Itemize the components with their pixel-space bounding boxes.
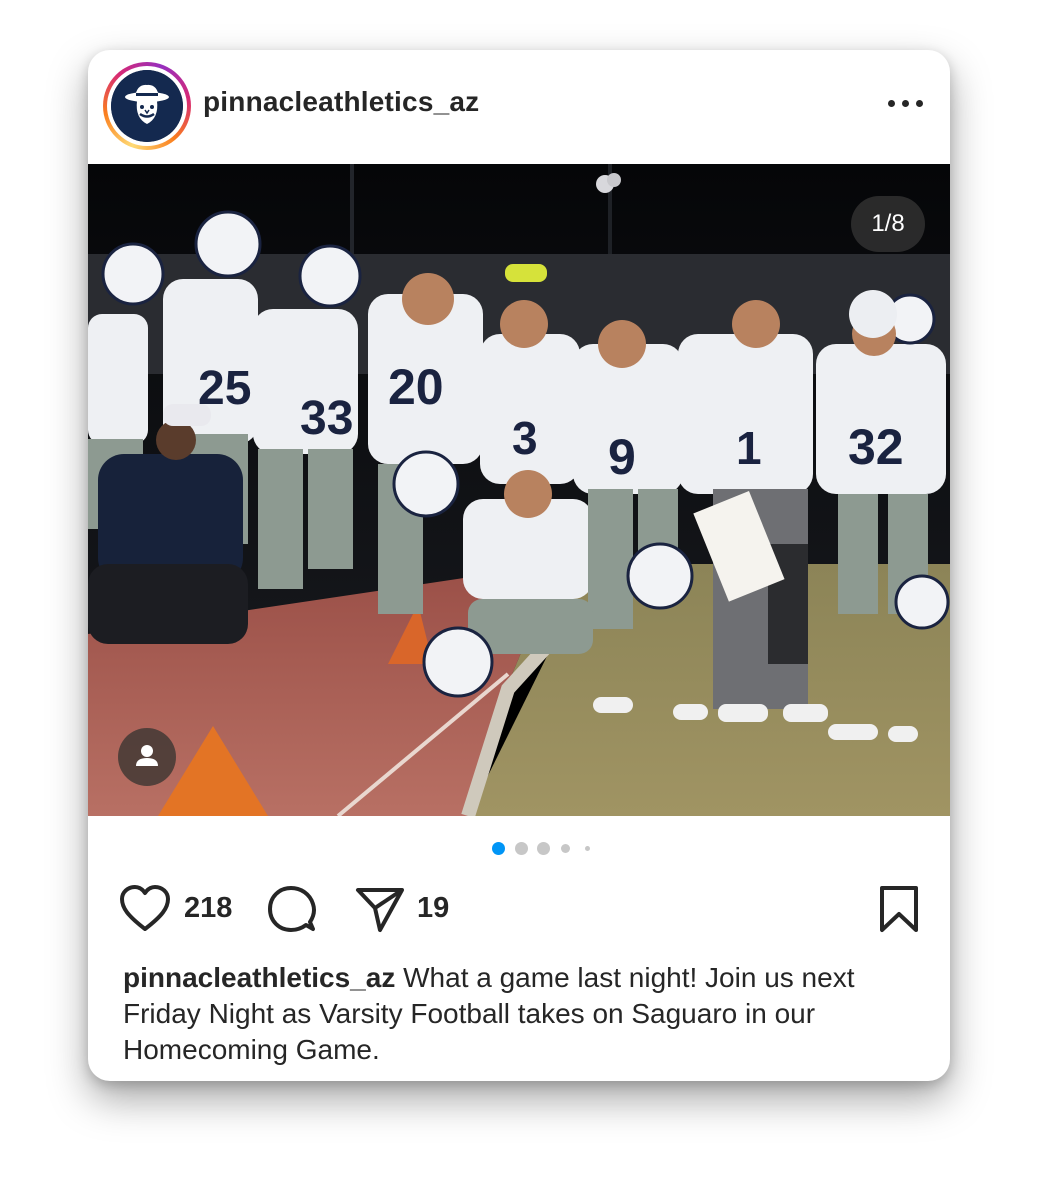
send-icon[interactable]	[354, 884, 406, 934]
carousel-dot	[515, 842, 528, 855]
post-photo[interactable]: 25 33 20 3 9 1 32 1/8	[88, 164, 950, 816]
carousel-dot	[561, 844, 570, 853]
comment-icon[interactable]	[266, 884, 318, 936]
share-count: 19	[417, 892, 450, 924]
like-count[interactable]: 218	[184, 892, 232, 925]
svg-text:25: 25	[198, 362, 251, 415]
svg-text:1: 1	[736, 422, 762, 474]
more-options-icon[interactable]	[882, 88, 930, 118]
heart-icon[interactable]	[118, 884, 172, 934]
svg-text:9: 9	[608, 429, 636, 485]
bookmark-icon[interactable]	[878, 884, 920, 934]
svg-text:20: 20	[388, 359, 444, 415]
svg-text:33: 33	[300, 392, 353, 445]
caption-username[interactable]: pinnacleathletics_az	[123, 962, 395, 993]
user-tag-icon[interactable]	[118, 728, 176, 786]
action-bar: 218 19	[88, 876, 950, 942]
carousel-dot-active	[492, 842, 505, 855]
pioneer-mascot-logo-icon[interactable]	[111, 70, 183, 142]
post-caption: pinnacleathletics_az What a game last ni…	[123, 960, 913, 1068]
post-card: pinnacleathletics_az 25 33 20 3 9 1 32 1…	[88, 50, 950, 1081]
football-team-sideline-photo: 25 33 20 3 9 1 32	[88, 164, 950, 816]
post-username[interactable]: pinnacleathletics_az	[203, 86, 479, 118]
media-counter: 1/8	[851, 196, 925, 252]
svg-text:32: 32	[848, 419, 904, 475]
carousel-dot	[585, 846, 590, 851]
svg-text:3: 3	[512, 412, 538, 464]
carousel-dot	[537, 842, 550, 855]
post-header: pinnacleathletics_az	[88, 50, 950, 164]
